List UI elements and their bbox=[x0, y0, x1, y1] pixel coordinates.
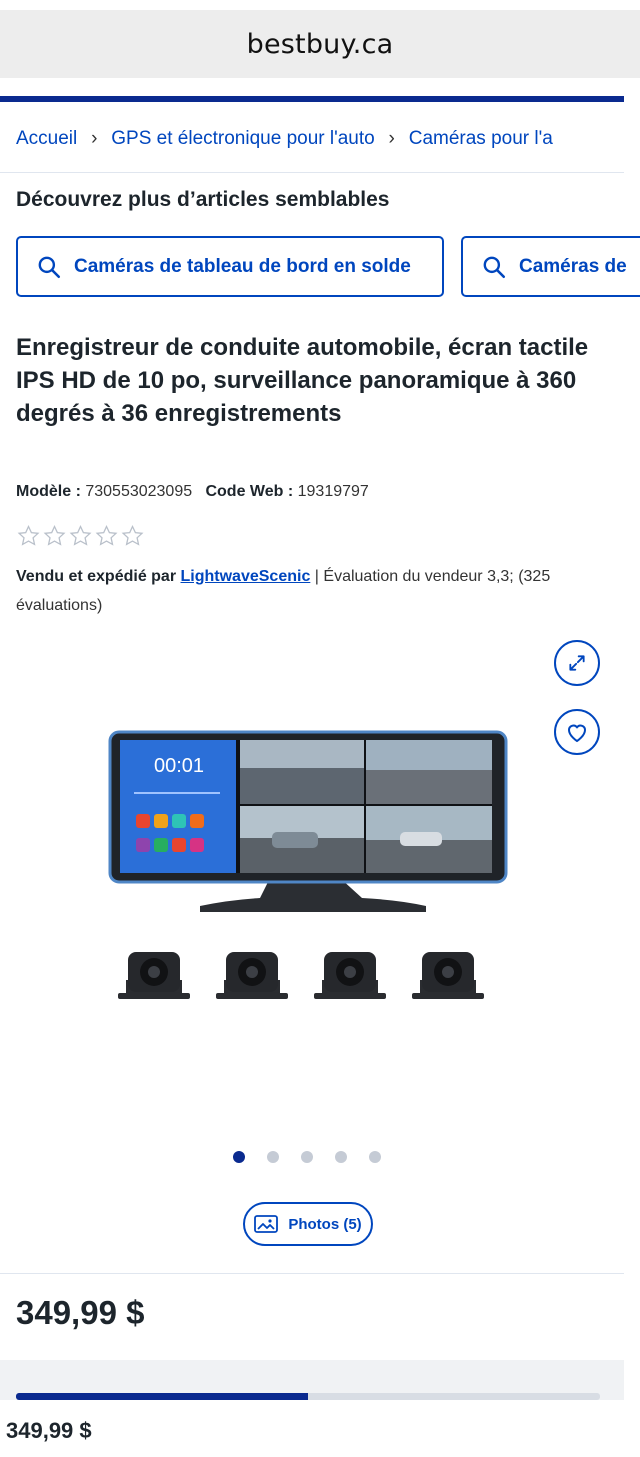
sticky-price: 349,99 $ bbox=[6, 1418, 92, 1443]
search-icon bbox=[483, 256, 506, 278]
web-code-label: Code Web : bbox=[205, 483, 294, 500]
breadcrumb-gps-auto[interactable]: GPS et électronique pour l'auto bbox=[111, 128, 374, 150]
breadcrumb-home[interactable]: Accueil bbox=[16, 128, 77, 150]
breadcrumb-cameras[interactable]: Caméras pour l'a bbox=[409, 128, 553, 150]
purchase-progress-fill bbox=[16, 1393, 308, 1400]
carousel-dot[interactable] bbox=[335, 1151, 347, 1163]
photos-button[interactable]: Photos (5) bbox=[243, 1202, 373, 1246]
divider bbox=[0, 1273, 624, 1274]
screen-clock: 00:01 bbox=[154, 755, 204, 777]
chip-label: Caméras de tableau de bord en solde bbox=[74, 255, 411, 277]
chip-label: Caméras de bbox=[519, 255, 627, 277]
product-title: Enregistreur de conduite automobile, écr… bbox=[16, 334, 589, 427]
photos-label: Photos (5) bbox=[288, 1215, 362, 1233]
product-image-illustration: 00:01 bbox=[108, 730, 508, 999]
carousel-dot[interactable] bbox=[267, 1151, 279, 1163]
rating-stars[interactable] bbox=[16, 524, 145, 548]
wishlist-button[interactable] bbox=[554, 709, 600, 755]
sticky-price-bar: 349,99 $ bbox=[0, 1400, 640, 1457]
heart-icon bbox=[567, 724, 587, 743]
browser-address-bar[interactable]: bestbuy.ca bbox=[0, 10, 640, 78]
purchase-progress-bar bbox=[16, 1393, 600, 1400]
model-label: Modèle : bbox=[16, 483, 81, 500]
carousel-dot[interactable] bbox=[233, 1151, 245, 1163]
similar-items-heading: Découvrez plus d’articles semblables bbox=[16, 188, 390, 211]
breadcrumb: Accueil › GPS et électronique pour l'aut… bbox=[16, 124, 624, 154]
expand-icon bbox=[569, 655, 585, 671]
star-icon bbox=[69, 524, 92, 546]
product-image[interactable]: 00:01 bbox=[100, 728, 520, 1058]
search-icon bbox=[38, 256, 61, 278]
chevron-right-icon: › bbox=[388, 128, 395, 149]
chevron-right-icon: › bbox=[91, 128, 98, 149]
seller-prefix: Vendu et expédié par bbox=[16, 568, 177, 585]
expand-image-button[interactable] bbox=[554, 640, 600, 686]
seller-info: Vendu et expédié par LightwaveScenic | É… bbox=[16, 562, 616, 620]
model-value: 730553023095 bbox=[85, 483, 193, 500]
product-identifiers: Modèle : 730553023095 Code Web : 1931979… bbox=[16, 483, 369, 501]
seller-link[interactable]: LightwaveScenic bbox=[181, 568, 311, 585]
web-code-value: 19319797 bbox=[297, 483, 369, 500]
carousel-dot[interactable] bbox=[369, 1151, 381, 1163]
similar-chip-dashcams[interactable]: Caméras de bbox=[461, 236, 640, 297]
camera-units bbox=[126, 952, 476, 996]
url-text: bestbuy.ca bbox=[246, 28, 394, 60]
image-icon bbox=[254, 1215, 279, 1233]
star-icon bbox=[17, 524, 40, 546]
similar-chip-dashcams-sale[interactable]: Caméras de tableau de bord en solde bbox=[16, 236, 444, 297]
carousel-dot[interactable] bbox=[301, 1151, 313, 1163]
star-icon bbox=[121, 524, 144, 546]
star-icon bbox=[95, 524, 118, 546]
carousel-indicator bbox=[233, 1151, 381, 1163]
header-brand-line bbox=[0, 96, 624, 102]
divider bbox=[0, 172, 624, 173]
star-icon bbox=[43, 524, 66, 546]
product-price: 349,99 $ bbox=[16, 1294, 145, 1331]
